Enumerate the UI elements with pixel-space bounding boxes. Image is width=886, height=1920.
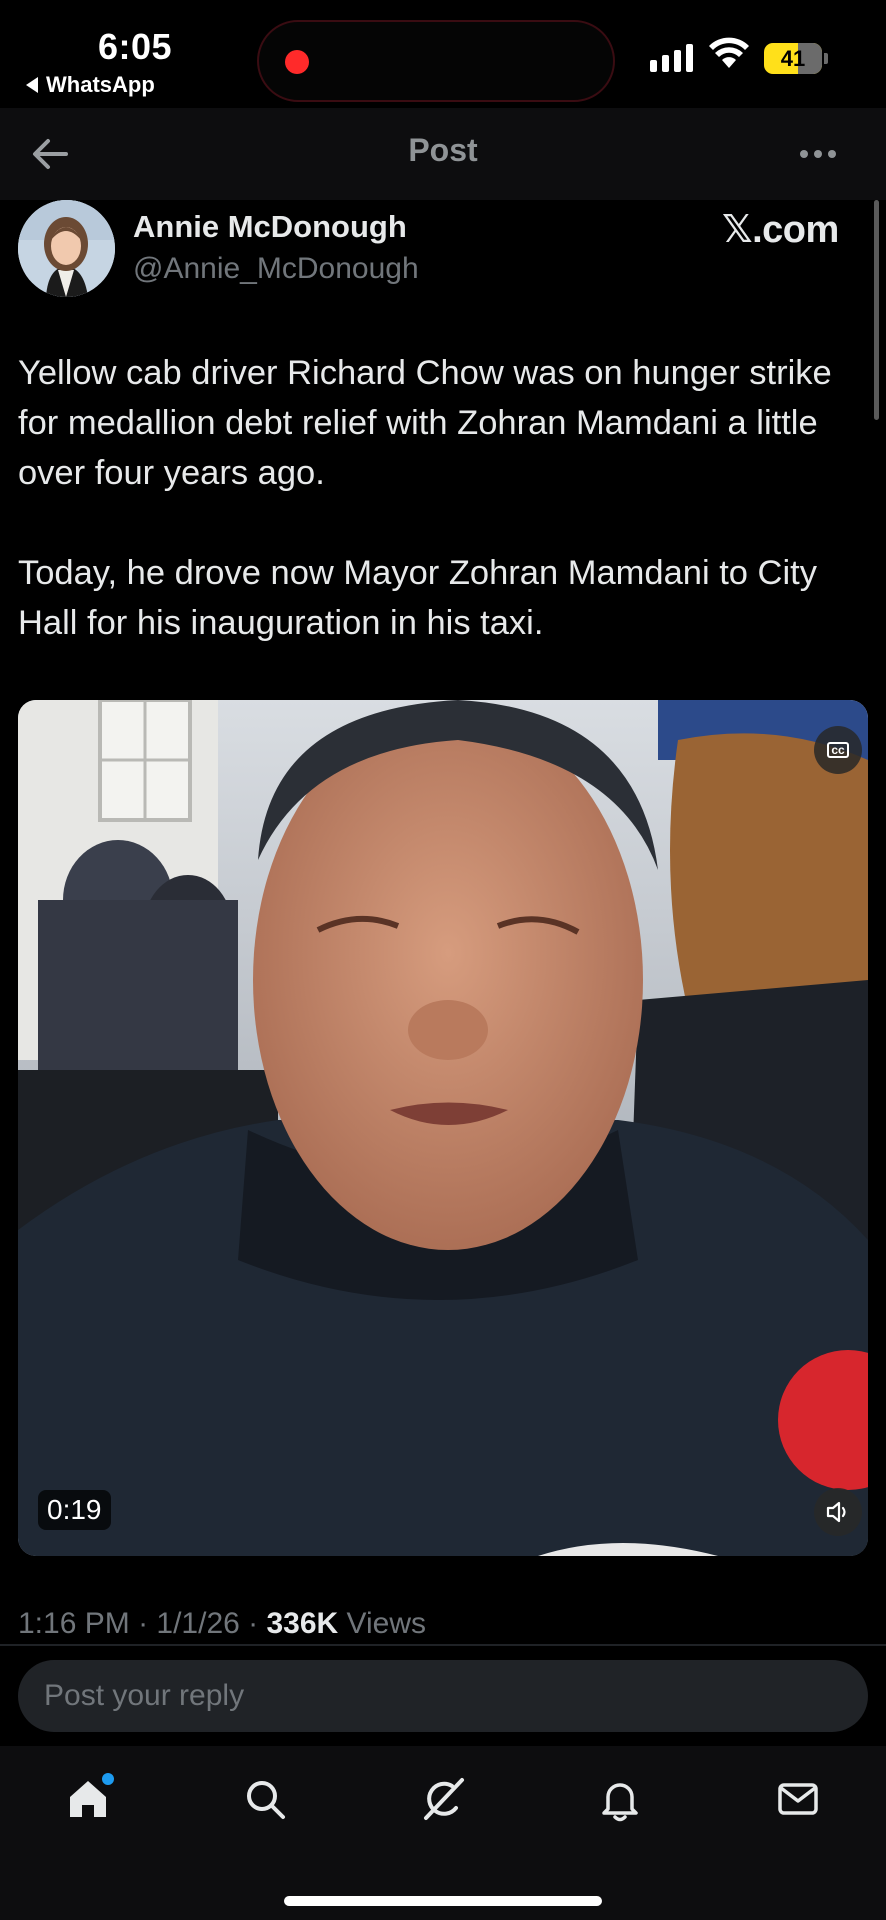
page-title: Post <box>408 132 478 168</box>
captions-button[interactable]: cc <box>814 726 862 774</box>
back-app-label: WhatsApp <box>46 72 155 97</box>
back-triangle-icon <box>26 77 38 93</box>
more-options-icon[interactable] <box>800 138 842 170</box>
reply-bar[interactable] <box>18 1660 868 1732</box>
search-icon <box>247 1781 285 1819</box>
cellular-signal-icon <box>650 42 693 72</box>
author-handle[interactable]: @Annie_McDonough <box>133 252 419 286</box>
nav-grok[interactable] <box>413 1769 473 1829</box>
views-label: Views <box>338 1607 427 1640</box>
speaker-icon <box>826 1501 846 1523</box>
captions-label: cc <box>827 742 849 758</box>
video-duration: 0:19 <box>38 1490 111 1530</box>
home-indicator[interactable] <box>284 1896 602 1906</box>
avatar[interactable] <box>18 200 115 297</box>
post-video[interactable]: cc 0:19 <box>18 700 868 1556</box>
views-count: 336K <box>266 1607 339 1640</box>
divider <box>0 1644 886 1646</box>
notifications-icon <box>602 1783 638 1822</box>
volume-button[interactable] <box>814 1488 862 1536</box>
grok-icon <box>424 1778 464 1820</box>
clock: 6:05 <box>98 26 173 67</box>
nav-home[interactable] <box>58 1769 118 1829</box>
back-to-app-link[interactable]: WhatsApp <box>26 72 155 98</box>
meta-separator: · <box>239 1607 267 1640</box>
dynamic-island <box>257 20 615 102</box>
messages-icon <box>778 1783 818 1815</box>
scrollbar[interactable] <box>874 200 879 420</box>
avatar-image <box>18 200 115 297</box>
wifi-icon <box>709 37 749 68</box>
post-metadata: 1:16 PM · 1/1/26 · 336K Views <box>18 1607 426 1641</box>
post-time: 1:16 PM <box>18 1607 130 1640</box>
meta-separator: · <box>129 1607 157 1640</box>
battery-icon: 41 <box>764 43 828 74</box>
nav-messages[interactable] <box>768 1769 828 1829</box>
video-frame <box>18 700 868 1556</box>
bottom-navigation <box>0 1746 886 1920</box>
notification-dot-icon <box>102 1773 114 1785</box>
status-bar: 6:05 WhatsApp 41 <box>0 0 886 108</box>
source-label: 𝕏.com <box>722 209 839 251</box>
author-display-name[interactable]: Annie McDonough <box>133 209 407 245</box>
post-date: 1/1/26 <box>156 1607 240 1640</box>
recording-indicator-icon <box>285 50 309 74</box>
post-text: Yellow cab driver Richard Chow was on hu… <box>18 354 832 642</box>
post-header: Post <box>0 108 886 200</box>
reply-input[interactable] <box>18 1660 868 1732</box>
nav-search[interactable] <box>235 1769 295 1829</box>
nav-notifications[interactable] <box>590 1769 650 1829</box>
battery-level: 41 <box>780 46 806 71</box>
